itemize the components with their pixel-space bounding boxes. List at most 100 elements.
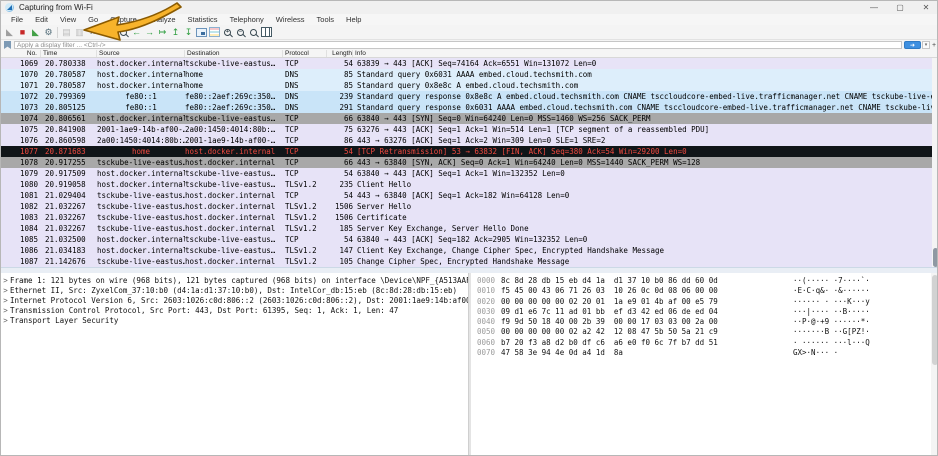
packet-source: 2001-1ae9-14b-af00-… <box>97 124 185 135</box>
packet-no: 1079 <box>1 168 41 179</box>
column-header-no[interactable]: No. <box>1 50 41 57</box>
packet-source: tsckube-live-eastus… <box>97 190 185 201</box>
restart-capture-icon[interactable]: ◣ <box>29 26 42 39</box>
go-to-packet-icon[interactable]: ↦ <box>156 26 169 39</box>
column-header-length[interactable]: Length <box>327 50 353 57</box>
capture-options-icon[interactable]: ⚙ <box>42 26 55 39</box>
close-file-icon[interactable]: × <box>86 26 99 39</box>
save-file-icon[interactable]: ▥ <box>73 26 86 39</box>
minimize-button[interactable]: — <box>861 1 887 14</box>
packet-row-1085[interactable]: 108521.032500host.docker.internaltsckube… <box>1 234 938 245</box>
bytes-scrollbar-thumb[interactable] <box>932 275 938 365</box>
expander-icon[interactable]: > <box>1 296 10 306</box>
add-filter-button[interactable]: + <box>930 41 938 49</box>
detail-line-0[interactable]: >Frame 1: 121 bytes on wire (968 bits), … <box>1 276 468 286</box>
go-back-icon[interactable]: ← <box>130 26 143 39</box>
packet-row-1073[interactable]: 107320.805125fe80::1fe80::2aef:269c:350…… <box>1 102 938 113</box>
column-header-source[interactable]: Source <box>97 50 185 57</box>
reload-icon[interactable]: ↻ <box>99 26 112 39</box>
packet-no: 1086 <box>1 245 41 256</box>
packet-row-1072[interactable]: 107220.799369fe80::1fe80::2aef:269c:350…… <box>1 91 938 102</box>
zoom-reset-icon[interactable] <box>247 26 260 39</box>
packet-list-scrollbar-thumb[interactable] <box>933 248 938 267</box>
packet-source: fe80::1 <box>97 91 185 102</box>
packet-row-1077[interactable]: 107720.871683homehost.docker.internalTCP… <box>1 146 938 157</box>
expander-icon[interactable]: > <box>1 306 10 316</box>
packet-row-1075[interactable]: 107520.8419082001-1ae9-14b-af00-…2a00:14… <box>1 124 938 135</box>
zoom-in-icon[interactable]: + <box>221 26 234 39</box>
packet-bytes-pane: 00008c 8d 28 db 15 eb d4 1a d1 37 10 b0 … <box>471 273 931 456</box>
column-header-destination[interactable]: Destination <box>185 50 283 57</box>
stop-capture-icon[interactable]: ■ <box>16 26 29 39</box>
hex-row-0060[interactable]: 0060b7 20 f3 a8 d2 b0 df c6 a6 e0 f0 6c … <box>471 338 931 348</box>
wireshark-window: Capturing from Wi-Fi — ▢ ✕ FileEditViewG… <box>0 0 938 456</box>
zoom-out-icon[interactable]: − <box>234 26 247 39</box>
packet-row-1069[interactable]: 106920.780338host.docker.internaltsckube… <box>1 58 938 69</box>
close-button[interactable]: ✕ <box>913 1 938 14</box>
open-file-icon[interactable]: ▤ <box>60 26 73 39</box>
menu-file[interactable]: File <box>5 15 29 24</box>
packet-row-1084[interactable]: 108421.032267tsckube-live-eastus…host.do… <box>1 223 938 234</box>
display-filter-input[interactable] <box>14 41 902 49</box>
packet-row-1076[interactable]: 107620.8605982a00:1450:4014:80b:…2001-1a… <box>1 135 938 146</box>
hex-row-0050[interactable]: 005000 00 00 00 00 02 a2 42 12 08 47 5b … <box>471 327 931 337</box>
packet-info: Client Hello <box>353 179 938 190</box>
start-capture-icon[interactable]: ◣ <box>3 26 16 39</box>
menu-help[interactable]: Help <box>340 15 367 24</box>
packet-list-scrollbar[interactable] <box>932 58 938 267</box>
detail-text: Frame 1: 121 bytes on wire (968 bits), 1… <box>10 276 468 285</box>
column-header-time[interactable]: Time <box>41 50 97 57</box>
hex-row-0070[interactable]: 007047 58 3e 94 4e 0d a4 1d 8aGX>·N··· · <box>471 348 931 358</box>
menu-telephony[interactable]: Telephony <box>224 15 270 24</box>
menu-go[interactable]: Go <box>82 15 104 24</box>
packet-row-1083[interactable]: 108321.032267tsckube-live-eastus…host.do… <box>1 212 938 223</box>
packet-row-1081[interactable]: 108121.029404tsckube-live-eastus…host.do… <box>1 190 938 201</box>
packet-row-1080[interactable]: 108020.919058host.docker.internaltsckube… <box>1 179 938 190</box>
detail-line-4[interactable]: >Transport Layer Security <box>1 316 468 326</box>
go-forward-icon[interactable]: → <box>143 26 156 39</box>
packet-row-1078[interactable]: 107820.917255tsckube-live-eastus…host.do… <box>1 157 938 168</box>
menu-tools[interactable]: Tools <box>311 15 341 24</box>
detail-text: Transmission Control Protocol, Src Port:… <box>10 306 398 315</box>
packet-row-1071[interactable]: 107120.780587host.docker.internalhomeDNS… <box>1 80 938 91</box>
resize-columns-icon[interactable] <box>260 26 273 39</box>
hex-row-0040[interactable]: 0040f9 9d 50 18 40 00 2b 39 00 00 17 03 … <box>471 317 931 327</box>
detail-line-3[interactable]: >Transmission Control Protocol, Src Port… <box>1 306 468 316</box>
hex-row-0030[interactable]: 003009 d1 e6 7c 11 ad 01 bb ef d3 42 ed … <box>471 307 931 317</box>
packet-destination: host.docker.internal <box>185 256 283 267</box>
column-header-protocol[interactable]: Protocol <box>283 50 327 57</box>
menu-edit[interactable]: Edit <box>29 15 54 24</box>
filter-bookmark-icon[interactable] <box>4 41 11 49</box>
expander-icon[interactable]: > <box>1 276 10 286</box>
find-packet-icon[interactable] <box>117 26 130 39</box>
maximize-button[interactable]: ▢ <box>887 1 913 14</box>
expander-icon[interactable]: > <box>1 316 10 326</box>
packet-row-1087[interactable]: 108721.142676tsckube-live-eastus…host.do… <box>1 256 938 267</box>
packet-protocol: TCP <box>283 146 327 157</box>
detail-line-1[interactable]: >Ethernet II, Src: ZyxelCom_37:10:b0 (d4… <box>1 286 468 296</box>
packet-no: 1084 <box>1 223 41 234</box>
menu-capture[interactable]: Capture <box>104 15 143 24</box>
packet-row-1074[interactable]: 107420.806561host.docker.internaltsckube… <box>1 113 938 124</box>
detail-line-2[interactable]: >Internet Protocol Version 6, Src: 2603:… <box>1 296 468 306</box>
packet-row-1086[interactable]: 108621.034183host.docker.internaltsckube… <box>1 245 938 256</box>
hex-row-0010[interactable]: 0010f5 45 00 43 06 71 26 03 10 26 0c 0d … <box>471 286 931 296</box>
packet-row-1082[interactable]: 108221.032267tsckube-live-eastus…host.do… <box>1 201 938 212</box>
menu-view[interactable]: View <box>54 15 82 24</box>
go-bottom-icon[interactable]: ↧ <box>182 26 195 39</box>
go-top-icon[interactable]: ↥ <box>169 26 182 39</box>
packet-row-1070[interactable]: 107020.780587host.docker.internalhomeDNS… <box>1 69 938 80</box>
colorize-icon[interactable] <box>208 26 221 39</box>
hex-row-0000[interactable]: 00008c 8d 28 db 15 eb d4 1a d1 37 10 b0 … <box>471 276 931 286</box>
hex-row-0020[interactable]: 002000 00 00 00 00 02 20 01 1a e9 01 4b … <box>471 297 931 307</box>
menu-analyze[interactable]: Analyze <box>143 15 182 24</box>
apply-filter-button[interactable]: ➜ <box>904 41 921 49</box>
auto-scroll-icon[interactable] <box>195 26 208 39</box>
packet-row-1079[interactable]: 107920.917509host.docker.internaltsckube… <box>1 168 938 179</box>
packet-list-header: No.TimeSourceDestinationProtocolLengthIn… <box>1 50 938 58</box>
menu-wireless[interactable]: Wireless <box>270 15 311 24</box>
expander-icon[interactable]: > <box>1 286 10 296</box>
column-header-info[interactable]: Info <box>353 50 938 57</box>
filter-dropdown-button[interactable]: ▾ <box>922 41 930 49</box>
menu-statistics[interactable]: Statistics <box>182 15 224 24</box>
